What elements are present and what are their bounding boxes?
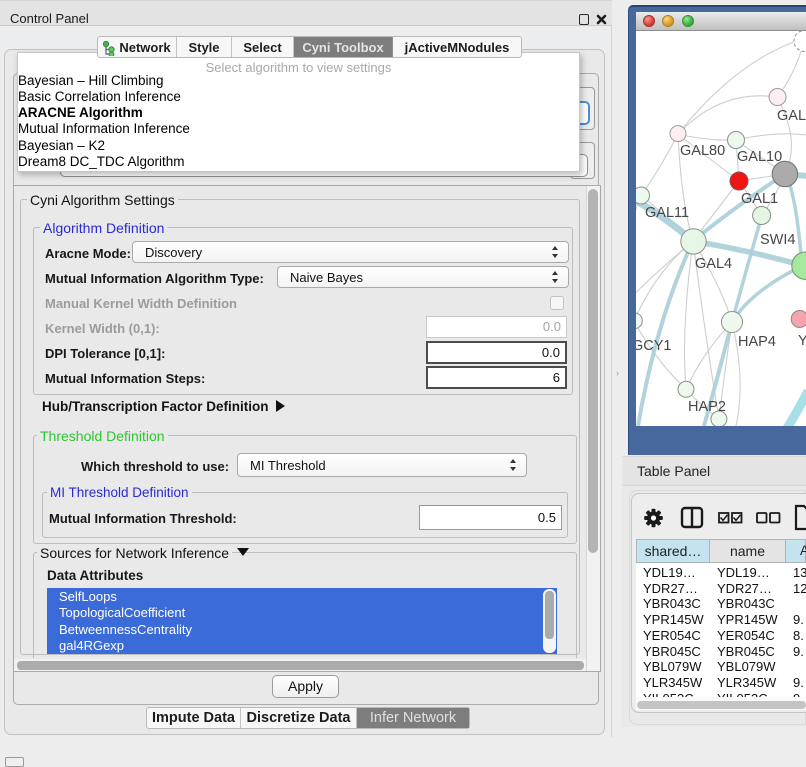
svg-text:HAP2: HAP2	[688, 399, 726, 415]
svg-text:Y: Y	[798, 333, 806, 349]
svg-text:GAL10: GAL10	[737, 149, 782, 165]
svg-text:SWI4: SWI4	[760, 232, 795, 248]
svg-text:GAL80: GAL80	[680, 143, 725, 159]
svg-text:GAL: GAL	[777, 108, 806, 124]
svg-text:GAL4: GAL4	[695, 256, 732, 272]
svg-text:GAL11: GAL11	[645, 205, 689, 221]
svg-text:GCY1: GCY1	[636, 338, 672, 354]
svg-text:GAL1: GAL1	[741, 191, 778, 207]
svg-text:HAP4: HAP4	[738, 334, 776, 350]
